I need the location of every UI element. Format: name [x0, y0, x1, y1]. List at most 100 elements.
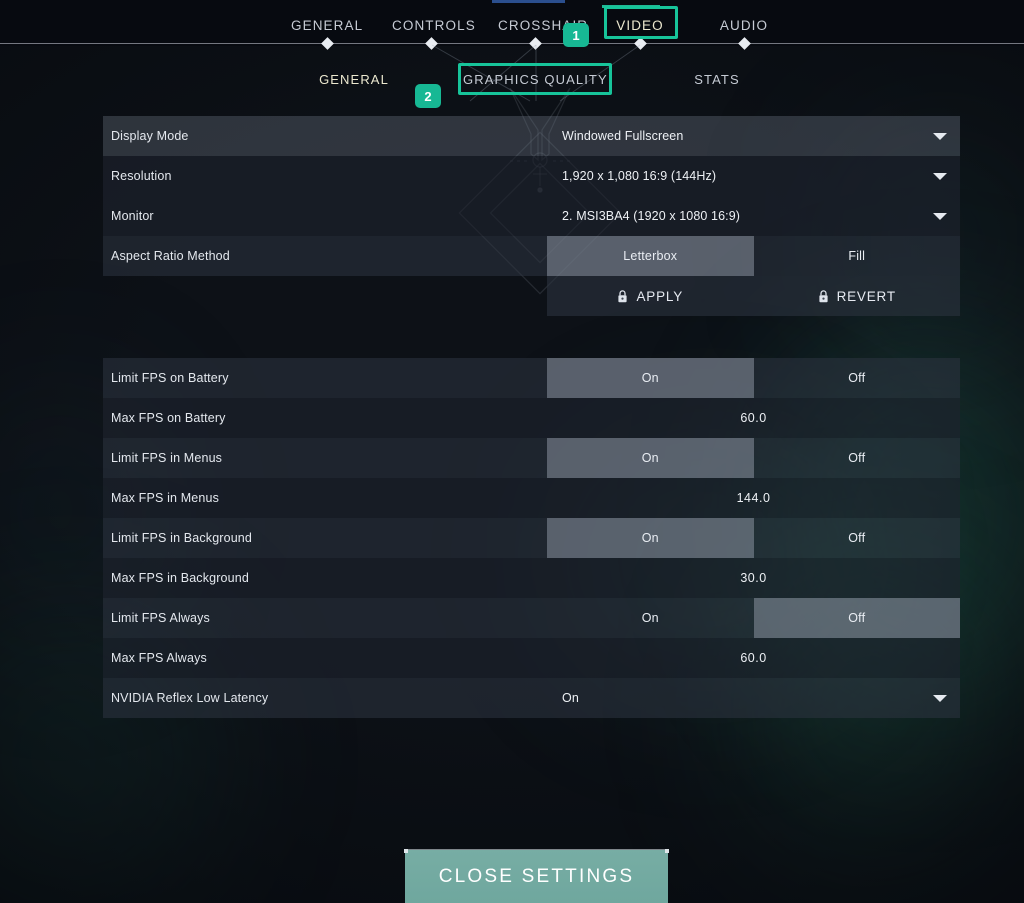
nvidia-reflex-dropdown[interactable]: On [547, 678, 960, 718]
limit-fps-in-menus-option-off[interactable]: Off [754, 438, 961, 478]
limit-fps-on-battery-segmented-control: On Off [547, 358, 960, 398]
setting-label: Limit FPS on Battery [111, 371, 229, 385]
subtab-stats[interactable]: STATS [667, 72, 767, 87]
limit-fps-on-battery-option-on[interactable]: On [547, 358, 754, 398]
setting-label: Limit FPS in Background [111, 531, 253, 545]
max-fps-on-battery-value[interactable]: 60.0 [547, 398, 960, 438]
settings-screen: GENERAL CONTROLS CROSSHAIR VIDEO AUDIO G… [0, 0, 1024, 903]
setting-row-resolution[interactable]: Resolution 1,920 x 1,080 16:9 (144Hz) [103, 156, 960, 196]
setting-row-display-mode[interactable]: Display Mode Windowed Fullscreen [103, 116, 960, 156]
subtab-graphics-quality-label: GRAPHICS QUALITY [463, 72, 608, 87]
setting-row-limit-fps-in-background[interactable]: Limit FPS in Background On Off [103, 518, 960, 558]
apply-revert-bar: APPLY REVERT [547, 276, 960, 316]
limit-fps-always-segmented-control: On Off [547, 598, 960, 638]
limit-fps-on-battery-option-off[interactable]: Off [754, 358, 961, 398]
setting-label: Limit FPS Always [111, 611, 210, 625]
tab-divider-line [0, 43, 1024, 44]
lock-icon [617, 289, 628, 303]
subtab-graphics-quality[interactable]: GRAPHICS QUALITY [463, 72, 607, 87]
setting-row-limit-fps-on-battery[interactable]: Limit FPS on Battery On Off [103, 358, 960, 398]
setting-label: Max FPS on Battery [111, 411, 226, 425]
lock-icon [818, 289, 829, 303]
setting-label: Max FPS in Menus [111, 491, 219, 505]
chevron-down-icon [933, 695, 947, 702]
resolution-dropdown[interactable]: 1,920 x 1,080 16:9 (144Hz) [547, 156, 960, 196]
aspect-ratio-option-fill[interactable]: Fill [754, 236, 961, 276]
setting-control: 2. MSI3BA4 (1920 x 1080 16:9) [547, 196, 960, 236]
tab-audio[interactable]: AUDIO [704, 12, 784, 39]
setting-label: NVIDIA Reflex Low Latency [111, 691, 269, 705]
tab-general[interactable]: GENERAL [281, 12, 373, 39]
nvidia-reflex-value: On [562, 691, 579, 705]
tab-video-label: VIDEO [616, 18, 664, 33]
chevron-down-icon [933, 213, 947, 220]
setting-label: Display Mode [111, 129, 189, 143]
display-mode-value: Windowed Fullscreen [562, 129, 684, 143]
setting-control: Letterbox Fill [547, 236, 960, 276]
annotation-badge-2: 2 [415, 84, 441, 108]
tab-video[interactable]: VIDEO [604, 12, 676, 39]
subtab-stats-label: STATS [694, 72, 740, 87]
main-tab-bar: GENERAL CONTROLS CROSSHAIR VIDEO AUDIO [0, 0, 1024, 44]
display-settings-group: Display Mode Windowed Fullscreen Resolut… [103, 116, 960, 316]
limit-fps-in-background-option-off[interactable]: Off [754, 518, 961, 558]
revert-button-label: REVERT [836, 288, 896, 304]
apply-button[interactable]: APPLY [547, 276, 754, 316]
tab-general-label: GENERAL [291, 18, 364, 33]
tab-audio-label: AUDIO [719, 18, 769, 33]
setting-label-empty [103, 276, 547, 316]
apply-button-label: APPLY [636, 288, 684, 304]
setting-label: Aspect Ratio Method [111, 249, 230, 263]
setting-row-limit-fps-in-menus[interactable]: Limit FPS in Menus On Off [103, 438, 960, 478]
setting-control: 1,920 x 1,080 16:9 (144Hz) [547, 156, 960, 196]
setting-label: Max FPS Always [111, 651, 207, 665]
settings-panel: Display Mode Windowed Fullscreen Resolut… [103, 116, 960, 718]
monitor-dropdown[interactable]: 2. MSI3BA4 (1920 x 1080 16:9) [547, 196, 960, 236]
fps-settings-group: Limit FPS on Battery On Off Max FPS on B… [103, 358, 960, 718]
subtab-general-label: GENERAL [319, 72, 389, 87]
setting-row-limit-fps-always[interactable]: Limit FPS Always On Off [103, 598, 960, 638]
setting-row-max-fps-always[interactable]: Max FPS Always 60.0 [103, 638, 960, 678]
setting-row-max-fps-in-background[interactable]: Max FPS in Background 30.0 [103, 558, 960, 598]
setting-label: Limit FPS in Menus [111, 451, 223, 465]
setting-control: 30.0 [547, 558, 960, 598]
setting-control: On Off [547, 598, 960, 638]
tab-controls[interactable]: CONTROLS [382, 12, 482, 39]
max-fps-in-menus-value[interactable]: 144.0 [547, 478, 960, 518]
revert-button[interactable]: REVERT [754, 276, 961, 316]
display-mode-dropdown[interactable]: Windowed Fullscreen [547, 116, 960, 156]
aspect-ratio-option-letterbox[interactable]: Letterbox [547, 236, 754, 276]
max-fps-always-value[interactable]: 60.0 [547, 638, 960, 678]
setting-control: APPLY REVERT [547, 276, 960, 316]
setting-control: On Off [547, 438, 960, 478]
setting-row-nvidia-reflex-low-latency[interactable]: NVIDIA Reflex Low Latency On [103, 678, 960, 718]
monitor-value: 2. MSI3BA4 (1920 x 1080 16:9) [562, 209, 741, 223]
setting-control: 60.0 [547, 398, 960, 438]
aspect-ratio-segmented-control: Letterbox Fill [547, 236, 960, 276]
setting-control: 60.0 [547, 638, 960, 678]
setting-row-apply-revert: APPLY REVERT [103, 276, 960, 316]
resolution-value: 1,920 x 1,080 16:9 (144Hz) [562, 169, 717, 183]
setting-row-max-fps-in-menus[interactable]: Max FPS in Menus 144.0 [103, 478, 960, 518]
max-fps-in-background-value[interactable]: 30.0 [547, 558, 960, 598]
limit-fps-in-background-option-on[interactable]: On [547, 518, 754, 558]
setting-row-aspect-ratio-method[interactable]: Aspect Ratio Method Letterbox Fill [103, 236, 960, 276]
limit-fps-in-menus-segmented-control: On Off [547, 438, 960, 478]
setting-row-max-fps-on-battery[interactable]: Max FPS on Battery 60.0 [103, 398, 960, 438]
setting-control: Windowed Fullscreen [547, 116, 960, 156]
subtab-general[interactable]: GENERAL [300, 72, 408, 87]
setting-control: On Off [547, 518, 960, 558]
annotation-badge-1: 1 [563, 23, 589, 47]
limit-fps-always-option-off[interactable]: Off [753, 598, 960, 638]
setting-label: Monitor [111, 209, 154, 223]
limit-fps-always-option-on[interactable]: On [547, 598, 754, 638]
chevron-down-icon [933, 133, 947, 140]
setting-label: Resolution [111, 169, 172, 183]
setting-control: 144.0 [547, 478, 960, 518]
tab-controls-label: CONTROLS [392, 18, 476, 33]
setting-row-monitor[interactable]: Monitor 2. MSI3BA4 (1920 x 1080 16:9) [103, 196, 960, 236]
setting-control: On [547, 678, 960, 718]
limit-fps-in-menus-option-on[interactable]: On [547, 438, 754, 478]
close-settings-button[interactable]: CLOSE SETTINGS [404, 849, 669, 903]
